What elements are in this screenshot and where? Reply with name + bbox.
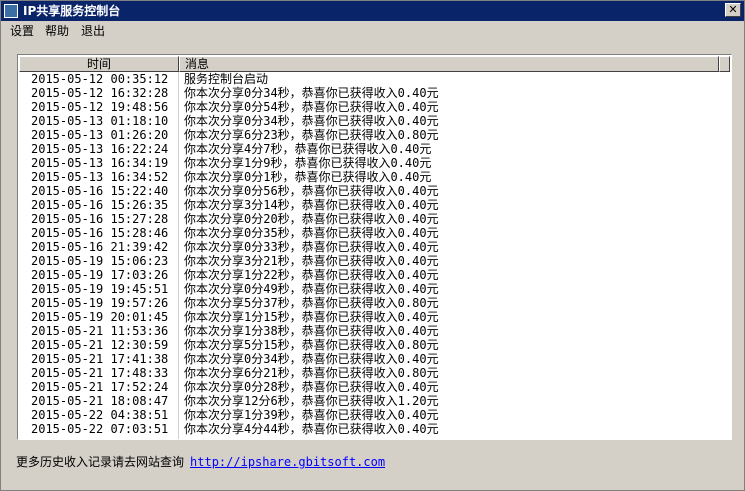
- table-row[interactable]: 2015-05-22 07:03:51 你本次分享4分44秒，恭喜你已获得收入0.…: [19, 422, 730, 436]
- table-row[interactable]: 2015-05-13 01:18:10 你本次分享0分34秒，恭喜你已获得收入0.…: [19, 114, 730, 128]
- table-row[interactable]: 2015-05-19 19:45:51 你本次分享0分49秒，恭喜你已获得收入0.…: [19, 282, 730, 296]
- table-row[interactable]: 2015-05-13 16:34:52 你本次分享0分1秒，恭喜你已获得收入0.4…: [19, 170, 730, 184]
- table-row[interactable]: 2015-05-21 18:08:47 你本次分享12分6秒，恭喜你已获得收入1.…: [19, 394, 730, 408]
- window-title: IP共享服务控制台: [23, 4, 121, 18]
- list-body: 2015-05-12 00:35:12 服务控制台启动 2015-05-12 16:…: [19, 72, 730, 436]
- cell-time: 2015-05-16 15:22:40: [31, 184, 169, 198]
- column-header-filler: [719, 56, 730, 72]
- cell-time: 2015-05-16 15:27:28: [31, 212, 169, 226]
- cell-message: 你本次分享0分28秒，恭喜你已获得收入0.40元: [184, 380, 439, 394]
- cell-message: 你本次分享4分7秒，恭喜你已获得收入0.40元: [184, 142, 432, 156]
- cell-time: 2015-05-21 17:48:33: [31, 366, 169, 380]
- table-row[interactable]: 2015-05-21 17:48:33 你本次分享6分21秒，恭喜你已获得收入0.…: [19, 366, 730, 380]
- cell-time: 2015-05-21 18:08:47: [31, 394, 169, 408]
- cell-time: 2015-05-22 04:38:51: [31, 408, 169, 422]
- table-row[interactable]: 2015-05-22 04:38:51 你本次分享1分39秒，恭喜你已获得收入0.…: [19, 408, 730, 422]
- cell-time: 2015-05-21 12:30:59: [31, 338, 169, 352]
- cell-message: 你本次分享0分54秒，恭喜你已获得收入0.40元: [184, 100, 439, 114]
- cell-message: 你本次分享0分33秒，恭喜你已获得收入0.40元: [184, 240, 439, 254]
- app-window: IP共享服务控制台 ✕ 设置 帮助 退出 时间 消息 2015-05-12 00…: [0, 0, 745, 491]
- cell-time: 2015-05-19 17:03:26: [31, 268, 169, 282]
- website-link[interactable]: http://ipshare.gbitsoft.com: [190, 455, 385, 469]
- footer-text: 更多历史收入记录请去网站查询: [16, 455, 185, 469]
- cell-message: 你本次分享1分22秒，恭喜你已获得收入0.40元: [184, 268, 439, 282]
- cell-message: 你本次分享0分34秒，恭喜你已获得收入0.40元: [184, 86, 439, 100]
- log-list[interactable]: 时间 消息 2015-05-12 00:35:12 服务控制台启动 2015-05-…: [17, 54, 732, 440]
- cell-time: 2015-05-19 20:01:45: [31, 310, 169, 324]
- table-row[interactable]: 2015-05-16 15:27:28 你本次分享0分20秒，恭喜你已获得收入0.…: [19, 212, 730, 226]
- cell-time: 2015-05-13 01:26:20: [31, 128, 169, 142]
- cell-time: 2015-05-22 07:03:51: [31, 422, 169, 436]
- table-row[interactable]: 2015-05-12 00:35:12 服务控制台启动: [19, 72, 730, 86]
- cell-message: 你本次分享5分15秒，恭喜你已获得收入0.80元: [184, 338, 439, 352]
- table-row[interactable]: 2015-05-21 11:53:36 你本次分享1分38秒，恭喜你已获得收入0.…: [19, 324, 730, 338]
- cell-time: 2015-05-13 16:34:19: [31, 156, 169, 170]
- footer: 更多历史收入记录请去网站查询 http://ipshare.gbitsoft.co…: [16, 455, 385, 469]
- cell-message: 你本次分享4分44秒，恭喜你已获得收入0.40元: [184, 422, 439, 436]
- cell-message: 你本次分享1分15秒，恭喜你已获得收入0.40元: [184, 310, 439, 324]
- cell-message: 你本次分享0分35秒，恭喜你已获得收入0.40元: [184, 226, 439, 240]
- cell-time: 2015-05-13 16:22:24: [31, 142, 169, 156]
- table-row[interactable]: 2015-05-16 15:28:46 你本次分享0分35秒，恭喜你已获得收入0.…: [19, 226, 730, 240]
- table-row[interactable]: 2015-05-16 15:22:40 你本次分享0分56秒，恭喜你已获得收入0.…: [19, 184, 730, 198]
- cell-time: 2015-05-21 11:53:36: [31, 324, 169, 338]
- cell-time: 2015-05-16 15:28:46: [31, 226, 169, 240]
- menu-exit[interactable]: 退出: [81, 24, 105, 38]
- table-row[interactable]: 2015-05-21 12:30:59 你本次分享5分15秒，恭喜你已获得收入0.…: [19, 338, 730, 352]
- cell-time: 2015-05-16 15:26:35: [31, 198, 169, 212]
- column-header-message[interactable]: 消息: [179, 56, 719, 72]
- table-row[interactable]: 2015-05-21 17:41:38 你本次分享0分34秒，恭喜你已获得收入0.…: [19, 352, 730, 366]
- table-row[interactable]: 2015-05-19 17:03:26 你本次分享1分22秒，恭喜你已获得收入0.…: [19, 268, 730, 282]
- table-row[interactable]: 2015-05-13 16:34:19 你本次分享1分9秒，恭喜你已获得收入0.4…: [19, 156, 730, 170]
- table-row[interactable]: 2015-05-12 19:48:56 你本次分享0分54秒，恭喜你已获得收入0.…: [19, 100, 730, 114]
- cell-message: 你本次分享3分21秒，恭喜你已获得收入0.40元: [184, 254, 439, 268]
- title-bar[interactable]: IP共享服务控制台 ✕: [1, 1, 744, 21]
- cell-time: 2015-05-12 19:48:56: [31, 100, 169, 114]
- cell-message: 你本次分享0分56秒，恭喜你已获得收入0.40元: [184, 184, 439, 198]
- cell-time: 2015-05-19 19:45:51: [31, 282, 169, 296]
- menu-settings[interactable]: 设置: [10, 24, 34, 38]
- table-row[interactable]: 2015-05-21 17:52:24 你本次分享0分28秒，恭喜你已获得收入0.…: [19, 380, 730, 394]
- menu-bar: 设置 帮助 退出: [1, 21, 744, 41]
- cell-message: 你本次分享3分14秒，恭喜你已获得收入0.40元: [184, 198, 439, 212]
- cell-message: 你本次分享1分9秒，恭喜你已获得收入0.40元: [184, 156, 432, 170]
- cell-time: 2015-05-19 19:57:26: [31, 296, 169, 310]
- table-row[interactable]: 2015-05-13 16:22:24 你本次分享4分7秒，恭喜你已获得收入0.4…: [19, 142, 730, 156]
- cell-time: 2015-05-13 01:18:10: [31, 114, 169, 128]
- column-header-time[interactable]: 时间: [19, 56, 179, 72]
- cell-time: 2015-05-19 15:06:23: [31, 254, 169, 268]
- cell-message: 你本次分享0分49秒，恭喜你已获得收入0.40元: [184, 282, 439, 296]
- table-row[interactable]: 2015-05-19 20:01:45 你本次分享1分15秒，恭喜你已获得收入0.…: [19, 310, 730, 324]
- cell-message: 你本次分享0分34秒，恭喜你已获得收入0.40元: [184, 114, 439, 128]
- table-row[interactable]: 2015-05-13 01:26:20 你本次分享6分23秒，恭喜你已获得收入0.…: [19, 128, 730, 142]
- cell-time: 2015-05-12 00:35:12: [31, 72, 169, 86]
- cell-time: 2015-05-16 21:39:42: [31, 240, 169, 254]
- cell-time: 2015-05-21 17:52:24: [31, 380, 169, 394]
- cell-message: 你本次分享1分39秒，恭喜你已获得收入0.40元: [184, 408, 439, 422]
- app-icon: [4, 4, 18, 18]
- cell-message: 你本次分享6分21秒，恭喜你已获得收入0.80元: [184, 366, 439, 380]
- cell-message: 服务控制台启动: [184, 72, 269, 86]
- cell-message: 你本次分享5分37秒，恭喜你已获得收入0.80元: [184, 296, 439, 310]
- list-header: 时间 消息: [19, 56, 730, 72]
- cell-message: 你本次分享1分38秒，恭喜你已获得收入0.40元: [184, 324, 439, 338]
- table-row[interactable]: 2015-05-16 21:39:42 你本次分享0分33秒，恭喜你已获得收入0.…: [19, 240, 730, 254]
- cell-time: 2015-05-13 16:34:52: [31, 170, 169, 184]
- table-row[interactable]: 2015-05-16 15:26:35 你本次分享3分14秒，恭喜你已获得收入0.…: [19, 198, 730, 212]
- cell-message: 你本次分享0分20秒，恭喜你已获得收入0.40元: [184, 212, 439, 226]
- cell-message: 你本次分享6分23秒，恭喜你已获得收入0.80元: [184, 128, 439, 142]
- close-button[interactable]: ✕: [725, 3, 741, 17]
- cell-time: 2015-05-21 17:41:38: [31, 352, 169, 366]
- cell-time: 2015-05-12 16:32:28: [31, 86, 169, 100]
- table-row[interactable]: 2015-05-12 16:32:28 你本次分享0分34秒，恭喜你已获得收入0.…: [19, 86, 730, 100]
- table-row[interactable]: 2015-05-19 15:06:23 你本次分享3分21秒，恭喜你已获得收入0.…: [19, 254, 730, 268]
- cell-message: 你本次分享0分1秒，恭喜你已获得收入0.40元: [184, 170, 432, 184]
- cell-message: 你本次分享12分6秒，恭喜你已获得收入1.20元: [184, 394, 439, 408]
- cell-message: 你本次分享0分34秒，恭喜你已获得收入0.40元: [184, 352, 439, 366]
- menu-help[interactable]: 帮助: [45, 24, 69, 38]
- table-row[interactable]: 2015-05-19 19:57:26 你本次分享5分37秒，恭喜你已获得收入0.…: [19, 296, 730, 310]
